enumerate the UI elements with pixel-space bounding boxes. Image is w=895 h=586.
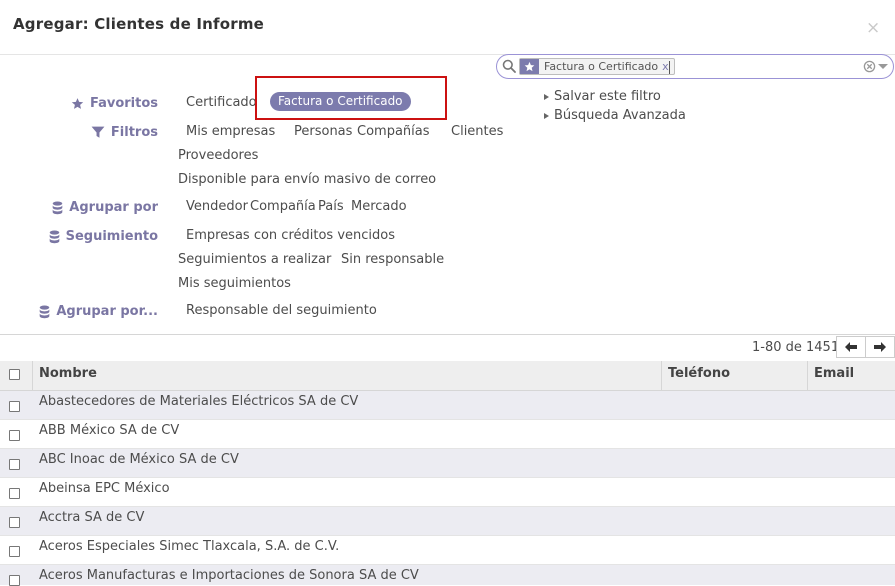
save-filter-label: Salvar este filtro — [554, 89, 661, 104]
groupby-responsable-seguimiento[interactable]: Responsable del seguimiento — [186, 303, 377, 318]
table-header: Nombre Teléfono Email — [0, 361, 895, 392]
row-checkbox[interactable] — [9, 430, 20, 441]
facet-label: Factura o Certificado — [544, 60, 659, 73]
cell-nombre: ABC Inoac de México SA de CV — [39, 452, 239, 467]
table-row[interactable]: Aceros Especiales Simec Tlaxcala, S.A. d… — [0, 536, 895, 565]
cell-nombre: Acctra SA de CV — [39, 510, 145, 525]
row-checkbox[interactable] — [9, 546, 20, 557]
section-label: Favoritos — [89, 96, 158, 111]
list-divider — [0, 334, 895, 335]
arrow-right-icon — [874, 342, 886, 352]
section-seguimiento: Seguimiento — [40, 229, 158, 244]
column-header-telefono[interactable]: Teléfono — [662, 361, 807, 390]
groupby-vendedor[interactable]: Vendedor — [186, 199, 248, 214]
row-checkbox[interactable] — [9, 517, 20, 528]
pager-next-button[interactable] — [865, 336, 895, 358]
database-icon — [52, 200, 63, 214]
groupby-pais[interactable]: País — [318, 199, 344, 214]
star-icon — [71, 98, 84, 109]
table-row[interactable]: Abeinsa EPC México — [0, 478, 895, 507]
cell-nombre: Abastecedores de Materiales Eléctricos S… — [39, 394, 359, 409]
caret-right-icon — [544, 112, 549, 119]
pager-value[interactable]: 1-80 de 1451 — [752, 340, 839, 355]
table-row[interactable]: ABB México SA de CV — [0, 420, 895, 449]
modal-title: Agregar: Clientes de Informe — [13, 15, 265, 33]
followup-creditos-vencidos[interactable]: Empresas con créditos vencidos — [186, 228, 395, 243]
filter-icon — [91, 126, 105, 138]
column-header-nombre[interactable]: Nombre — [33, 361, 661, 390]
filter-personas[interactable]: Personas — [294, 124, 352, 139]
section-label: Filtros — [110, 125, 158, 140]
cell-nombre: Abeinsa EPC México — [39, 481, 170, 496]
column-header-email[interactable]: Email — [808, 361, 895, 390]
cell-nombre: Aceros Especiales Simec Tlaxcala, S.A. d… — [39, 539, 340, 554]
search-icon[interactable] — [502, 59, 516, 73]
section-label: Agrupar por — [69, 200, 158, 215]
section-label: Seguimiento — [65, 229, 158, 244]
search-facet: Factura o Certificado x — [519, 58, 675, 75]
clear-icon[interactable] — [863, 60, 876, 73]
followup-sin-responsable[interactable]: Sin responsable — [341, 252, 444, 267]
cell-nombre: Aceros Manufacturas e Importaciones de S… — [39, 568, 419, 583]
followup-a-realizar[interactable]: Seguimientos a realizar — [178, 252, 331, 267]
caret-right-icon — [544, 93, 549, 100]
section-filtros: Filtros — [60, 125, 158, 140]
table-row[interactable]: Acctra SA de CV — [0, 507, 895, 536]
section-agrupar-por-seguimiento: Agrupar por... — [20, 304, 158, 319]
followup-mis-seguimientos[interactable]: Mis seguimientos — [178, 276, 291, 291]
database-icon — [49, 229, 59, 243]
highlight-box — [255, 76, 447, 120]
advanced-search-label: Búsqueda Avanzada — [554, 108, 686, 123]
filter-companias[interactable]: Compañías — [357, 124, 430, 139]
save-filter-link[interactable]: Salvar este filtro — [544, 89, 661, 104]
filter-mis-empresas[interactable]: Mis empresas — [186, 124, 275, 139]
facet-remove-button[interactable]: x — [662, 60, 669, 73]
pager-previous-button[interactable] — [836, 336, 866, 358]
section-favoritos: Favoritos — [60, 96, 158, 111]
select-all-checkbox[interactable] — [9, 369, 20, 380]
filter-envio-masivo[interactable]: Disponible para envío masivo de correo — [178, 172, 436, 187]
filter-clientes[interactable]: Clientes — [451, 124, 503, 139]
favorite-certificado[interactable]: Certificado — [186, 95, 257, 110]
database-icon — [40, 304, 50, 318]
star-icon — [520, 59, 539, 74]
row-checkbox[interactable] — [9, 401, 20, 412]
row-checkbox[interactable] — [9, 488, 20, 499]
arrow-left-icon — [845, 342, 857, 352]
table-row[interactable]: ABC Inoac de México SA de CV — [0, 449, 895, 478]
close-button[interactable]: × — [866, 18, 880, 38]
advanced-search-link[interactable]: Búsqueda Avanzada — [544, 108, 686, 123]
row-checkbox[interactable] — [9, 459, 20, 470]
row-checkbox[interactable] — [9, 575, 20, 586]
filter-proveedores[interactable]: Proveedores — [178, 148, 258, 163]
table-row[interactable]: Aceros Manufacturas e Importaciones de S… — [0, 565, 895, 586]
groupby-compania[interactable]: Compañía — [250, 199, 316, 214]
section-label: Agrupar por... — [56, 304, 158, 319]
cell-nombre: ABB México SA de CV — [39, 423, 180, 438]
table-row[interactable]: Abastecedores de Materiales Eléctricos S… — [0, 391, 895, 420]
groupby-mercado[interactable]: Mercado — [351, 199, 407, 214]
search-input-cursor[interactable] — [669, 61, 670, 74]
section-agrupar-por: Agrupar por — [40, 200, 158, 215]
chevron-down-icon[interactable] — [878, 64, 888, 69]
